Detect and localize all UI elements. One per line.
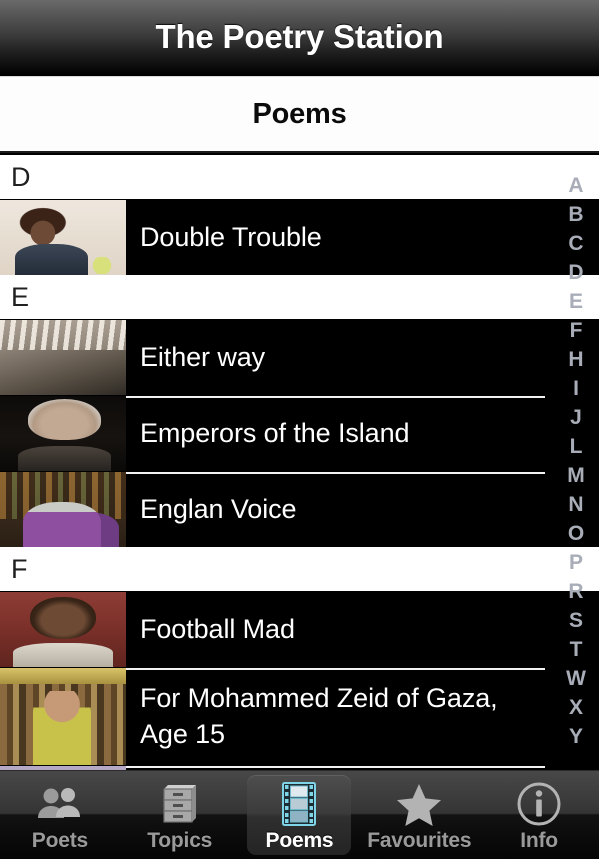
section-header-f: F	[0, 547, 599, 591]
list-item[interactable]: Football Mad	[0, 591, 599, 667]
index-letter-c[interactable]: C	[553, 229, 599, 258]
app-title: The Poetry Station	[155, 18, 444, 55]
cabinet-icon	[154, 781, 206, 827]
list-item-title: Englan Voice	[140, 493, 297, 524]
poem-thumbnail	[0, 200, 126, 275]
list-item-title-wrap: Double Trouble	[126, 200, 599, 275]
tab-label: Favourites	[367, 829, 472, 852]
section-header-label: D	[11, 161, 31, 192]
tab-label: Topics	[147, 829, 213, 852]
index-letter-f[interactable]: F	[553, 316, 599, 345]
navigation-bar: The Poetry Station	[0, 0, 599, 76]
poem-thumbnail	[0, 320, 126, 395]
people-icon	[34, 781, 86, 827]
list-item[interactable]: Double Trouble	[0, 199, 599, 275]
tab-poems[interactable]: Poems	[240, 771, 360, 859]
index-letter-y[interactable]: Y	[553, 722, 599, 751]
alphabet-index[interactable]: A B C D E F H I J L M N O P R S T W X Y	[553, 155, 599, 770]
page-title-bar: Poems	[0, 76, 599, 153]
list-item-title-wrap: Football Mad	[126, 592, 599, 667]
list-item-title: For Mohammed Zeid of Gaza, Age 15	[140, 682, 498, 749]
index-letter-r[interactable]: R	[553, 577, 599, 606]
list-item-title: Double Trouble	[140, 221, 322, 252]
tab-label: Poets	[31, 829, 88, 852]
tab-poets[interactable]: Poets	[0, 771, 120, 859]
tab-bar: Poets Topics Poems Favourites Info	[0, 770, 599, 859]
index-letter-d[interactable]: D	[553, 258, 599, 287]
filmstrip-icon	[273, 781, 325, 827]
list-item[interactable]: For Mohammed Zeid of Gaza, Age 15	[0, 667, 599, 765]
page-title: Poems	[252, 97, 347, 130]
index-letter-n[interactable]: N	[553, 490, 599, 519]
index-letter-w[interactable]: W	[553, 664, 599, 693]
list-item-title: Emperors of the Island	[140, 417, 410, 448]
tab-label: Info	[520, 829, 558, 852]
poem-thumbnail	[0, 668, 126, 765]
tab-info[interactable]: Info	[479, 771, 599, 859]
list-item-title-wrap: Emperors of the Island	[126, 396, 599, 471]
index-letter-h[interactable]: H	[553, 345, 599, 374]
star-icon	[393, 781, 445, 827]
list-item-title-wrap: Either way	[126, 320, 599, 395]
index-letter-p[interactable]: P	[553, 548, 599, 577]
app-screen: The Poetry Station Poems D Double Troubl…	[0, 0, 599, 859]
index-letter-j[interactable]: J	[553, 403, 599, 432]
section-header-e: E	[0, 275, 599, 319]
list-item-title-wrap: Englan Voice	[126, 472, 599, 547]
list-item[interactable]: Emperors of the Island	[0, 395, 599, 471]
tab-label: Poems	[265, 829, 334, 852]
index-letter-i[interactable]: I	[553, 374, 599, 403]
index-letter-b[interactable]: B	[553, 200, 599, 229]
index-letter-m[interactable]: M	[553, 461, 599, 490]
index-letter-s[interactable]: S	[553, 606, 599, 635]
tab-topics[interactable]: Topics	[120, 771, 240, 859]
index-letter-t[interactable]: T	[553, 635, 599, 664]
index-letter-e[interactable]: E	[553, 287, 599, 316]
poem-thumbnail	[0, 472, 126, 547]
section-header-label: E	[11, 281, 30, 312]
tab-favourites[interactable]: Favourites	[359, 771, 479, 859]
list-item-title-wrap: For Mohammed Zeid of Gaza, Age 15	[126, 668, 599, 765]
list-item[interactable]: Englan Voice	[0, 471, 599, 547]
list-item-title: Either way	[140, 341, 266, 372]
poem-thumbnail	[0, 592, 126, 667]
index-letter-l[interactable]: L	[553, 432, 599, 461]
index-letter-x[interactable]: X	[553, 693, 599, 722]
poem-list: D Double Trouble E Either way Emperors o…	[0, 155, 599, 770]
section-header-d: D	[0, 155, 599, 199]
section-header-label: F	[11, 553, 28, 584]
index-letter-a[interactable]: A	[553, 171, 599, 200]
index-letter-o[interactable]: O	[553, 519, 599, 548]
list-item-title: Football Mad	[140, 613, 295, 644]
list-item[interactable]: Either way	[0, 319, 599, 395]
info-circle-icon	[513, 781, 565, 827]
poem-list-scroll-area[interactable]: D Double Trouble E Either way Emperors o…	[0, 155, 599, 770]
poem-thumbnail	[0, 396, 126, 471]
